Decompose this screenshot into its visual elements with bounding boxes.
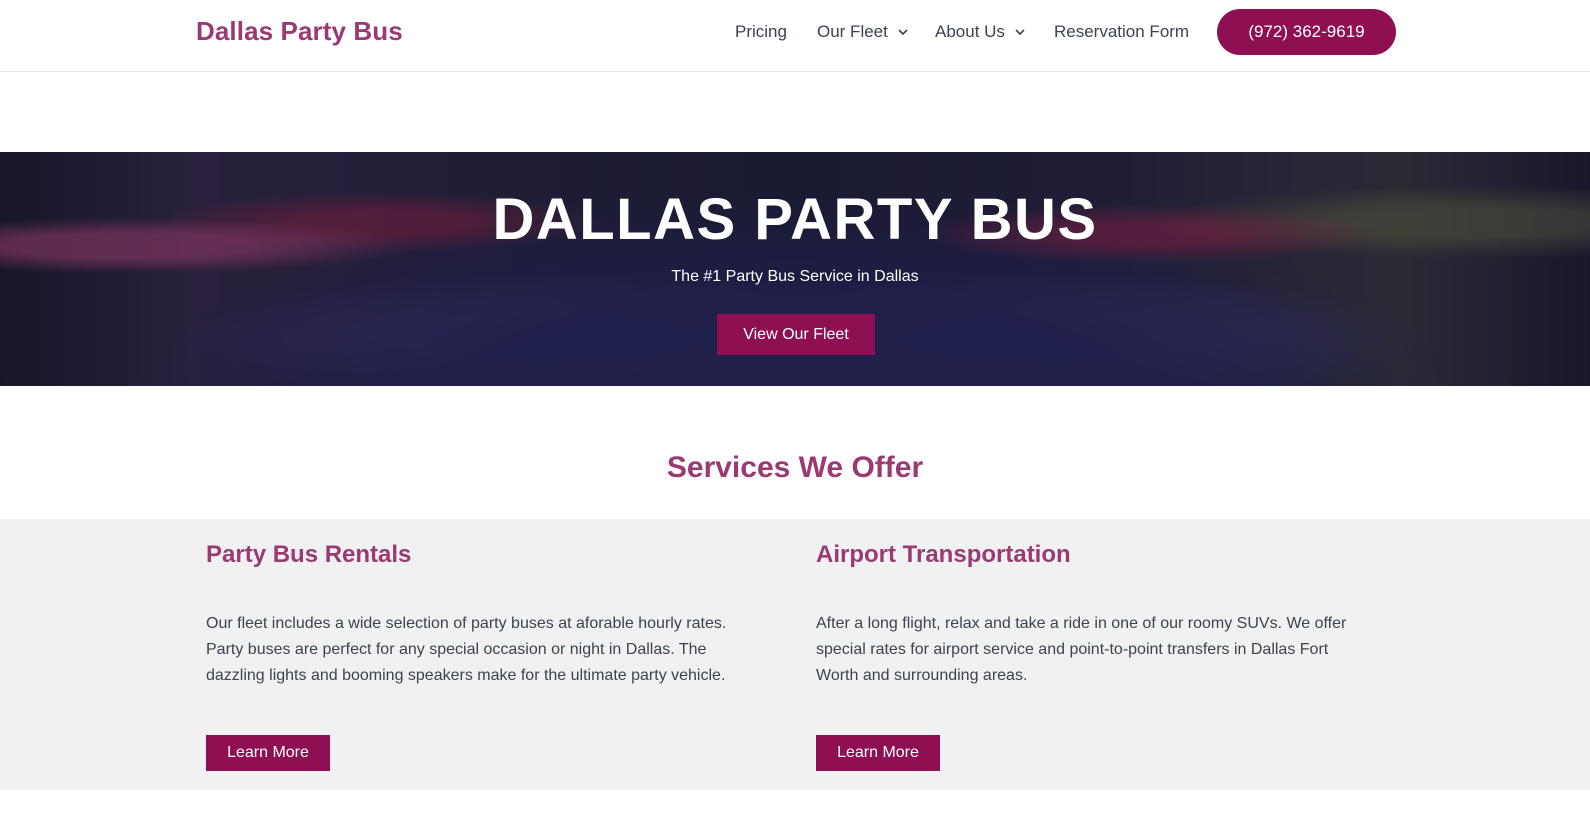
service-card-airport: Airport Transportation After a long flig…: [816, 519, 1376, 790]
service-card-party-bus: Party Bus Rentals Our fleet includes a w…: [206, 519, 766, 790]
view-fleet-button[interactable]: View Our Fleet: [717, 314, 875, 355]
service-description: Our fleet includes a wide selection of p…: [206, 615, 727, 684]
chevron-down-icon: [898, 29, 908, 36]
services-heading: Services We Offer: [666, 451, 924, 484]
brand-logo-link[interactable]: Dallas Party Bus: [196, 16, 403, 47]
nav-item-pricing[interactable]: Pricing: [735, 22, 787, 42]
service-title: Airport Transportation: [816, 541, 1071, 568]
nav-item-our-fleet[interactable]: Our Fleet: [817, 22, 909, 42]
site-header: Dallas Party Bus Pricing Our Fleet About…: [0, 0, 1590, 72]
services-section: Party Bus Rentals Our fleet includes a w…: [0, 519, 1590, 790]
learn-more-button[interactable]: Learn More: [206, 735, 330, 771]
service-description: After a long flight, relax and take a ri…: [816, 615, 1347, 684]
hero-title: DALLAS PARTY BUS: [492, 187, 1098, 252]
hero-banner: DALLAS PARTY BUS The #1 Party Bus Servic…: [0, 152, 1590, 386]
learn-more-button[interactable]: Learn More: [816, 735, 940, 771]
hero-subtitle: The #1 Party Bus Service in Dallas: [671, 268, 919, 285]
chevron-down-icon: [1015, 29, 1025, 36]
phone-call-button[interactable]: (972) 362-9619: [1217, 9, 1396, 55]
service-title: Party Bus Rentals: [206, 541, 412, 568]
nav-item-label: Reservation Form: [1054, 22, 1190, 41]
nav-item-label: Pricing: [735, 22, 787, 41]
nav-item-reservation-form[interactable]: Reservation Form: [1054, 22, 1189, 42]
nav-item-label: About Us: [935, 22, 1005, 41]
nav-item-about-us[interactable]: About Us: [935, 22, 1026, 42]
nav-item-label: Our Fleet: [817, 22, 888, 41]
